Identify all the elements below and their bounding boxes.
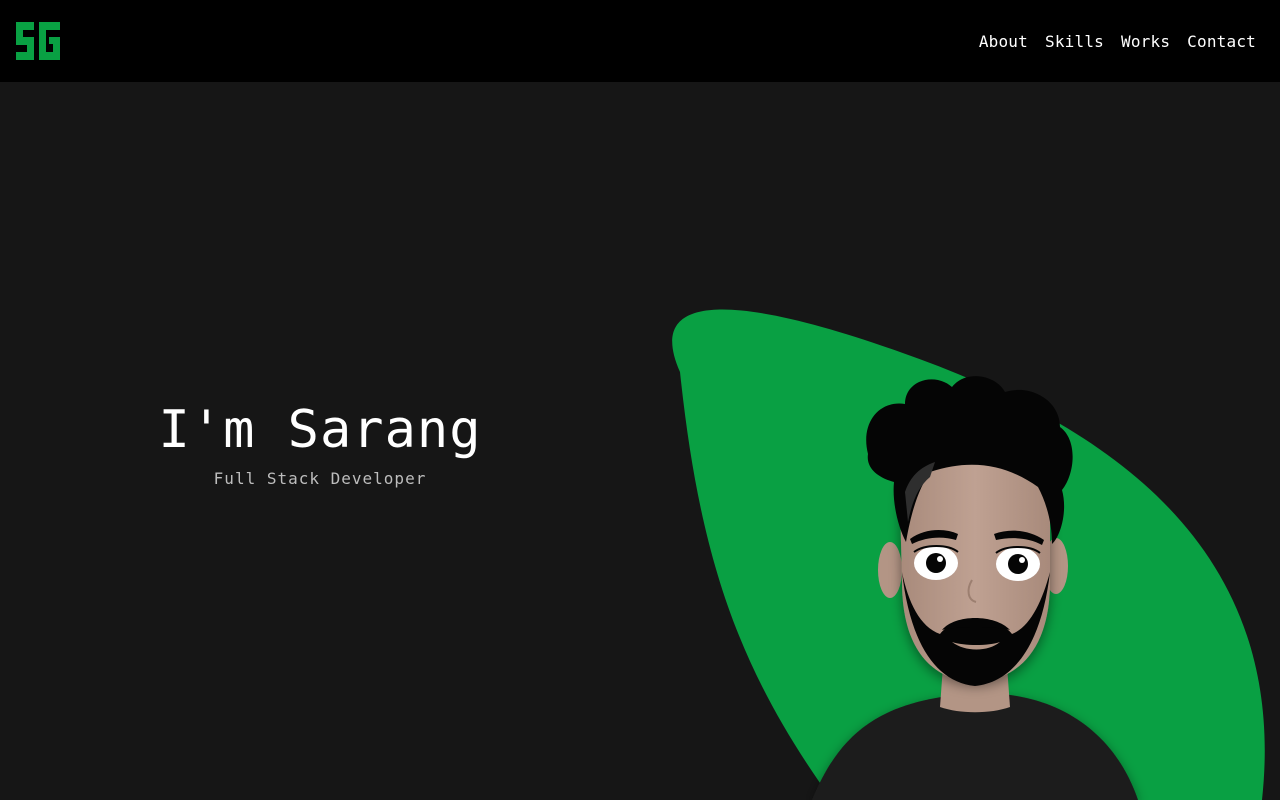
- hero-section: I'm Sarang Full Stack Developer: [0, 82, 1280, 800]
- avatar-illustration: [672, 309, 1265, 800]
- sg-logo-icon[interactable]: [14, 22, 62, 60]
- nav-menu: About Skills Works Contact: [979, 31, 1256, 53]
- nav-about-link[interactable]: About: [979, 31, 1028, 53]
- nav-skills-link[interactable]: Skills: [1045, 31, 1104, 53]
- navbar: About Skills Works Contact: [0, 0, 1280, 82]
- avatar-left-ear: [878, 542, 902, 598]
- nav-contact-link[interactable]: Contact: [1187, 31, 1256, 53]
- nav-works-link[interactable]: Works: [1121, 31, 1170, 53]
